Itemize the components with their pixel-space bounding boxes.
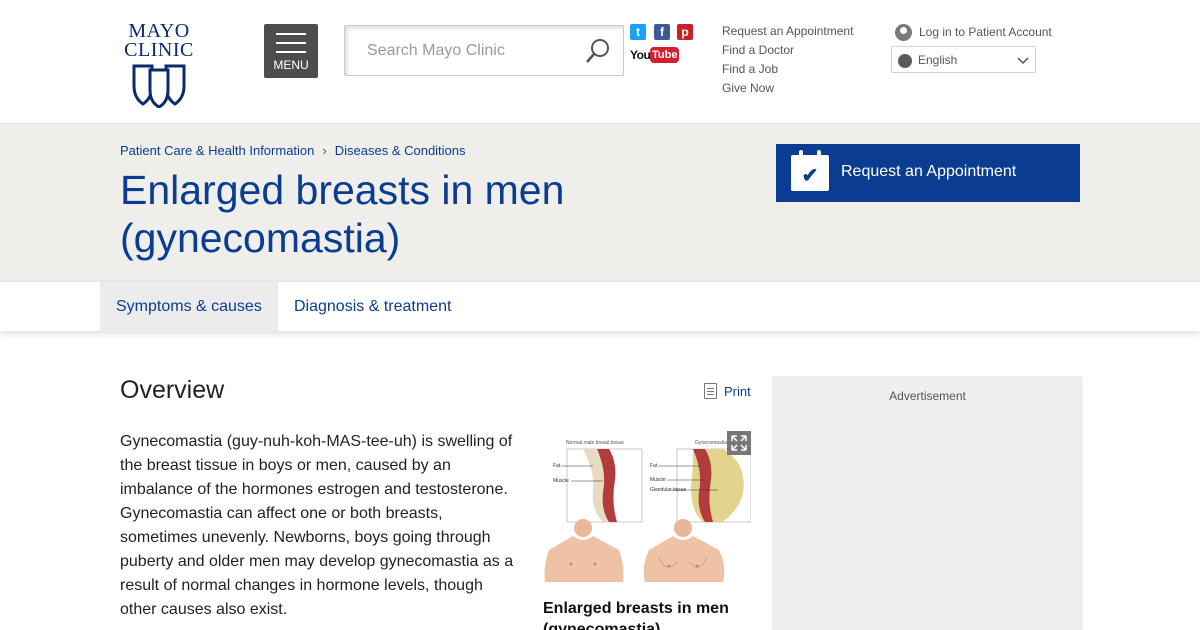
request-appointment-link[interactable]: Request an Appointment — [722, 22, 853, 41]
youtube-tube: Tube — [650, 47, 680, 63]
fig-right-label-muscle: Muscle — [650, 477, 666, 483]
site-header: MAYO CLINIC MENU t f p You Tube Request … — [0, 0, 1200, 123]
tab-symptoms-causes[interactable]: Symptoms & causes — [100, 282, 278, 331]
breadcrumb: Patient Care & Health Information › Diseas… — [120, 143, 466, 158]
search-input[interactable] — [367, 38, 567, 64]
user-icon — [895, 24, 912, 41]
advertisement-label: Advertisement — [889, 389, 966, 403]
fig-left-heading: Normal male breast tissue — [566, 440, 624, 446]
login-label: Log in to Patient Account — [919, 25, 1052, 39]
page-title: Enlarged breasts in men (gynecomastia) — [120, 167, 565, 261]
youtube-icon[interactable]: You Tube — [630, 47, 680, 63]
gynecomastia-illustration[interactable]: Normal male breast tissue Fat Muscle Gyn… — [543, 432, 751, 590]
twitter-icon[interactable]: t — [630, 24, 646, 40]
fig-left-label-fat: Fat — [553, 463, 561, 469]
figure-caption: Enlarged breasts in men (gynecomastia) — [543, 600, 729, 630]
tab-diagnosis-treatment[interactable]: Diagnosis & treatment — [278, 282, 467, 331]
breadcrumb-diseases-conditions[interactable]: Diseases & Conditions — [335, 143, 466, 158]
expand-icon[interactable] — [727, 431, 751, 455]
menu-button[interactable]: MENU — [264, 24, 318, 78]
pinterest-icon[interactable]: p — [677, 24, 693, 40]
search-icon[interactable] — [584, 37, 612, 65]
page-banner: Patient Care & Health Information › Diseas… — [0, 123, 1200, 281]
overview-paragraph: Gynecomastia (guy-nuh-koh-MAS-tee-uh) is… — [120, 433, 514, 618]
search-box — [344, 25, 624, 76]
globe-icon — [898, 54, 912, 68]
print-label: Print — [724, 384, 751, 399]
fig-right-label-fat: Fat — [650, 463, 658, 469]
fig-left-label-muscle: Muscle — [553, 478, 569, 484]
find-job-link[interactable]: Find a Job — [722, 60, 853, 79]
language-select[interactable]: English — [891, 46, 1036, 73]
advertisement-panel: Advertisement — [772, 376, 1083, 630]
menu-label: MENU — [273, 58, 309, 72]
youtube-you: You — [630, 48, 651, 62]
logo-word-clinic: CLINIC — [124, 39, 194, 61]
fig-right-heading: Gynecomastia — [695, 440, 727, 446]
calendar-check-icon: ✔ — [791, 150, 829, 191]
content-tabs: Symptoms & causes Diagnosis & treatment — [0, 281, 1200, 331]
breadcrumb-patient-care[interactable]: Patient Care & Health Information — [120, 143, 314, 158]
mayo-clinic-logo[interactable]: MAYO CLINIC — [120, 21, 200, 110]
shields-icon — [132, 64, 186, 108]
request-appointment-button[interactable]: ✔ Request an Appointment — [776, 144, 1080, 202]
section-title: Overview — [120, 376, 225, 404]
facebook-icon[interactable]: f — [654, 24, 670, 40]
hamburger-icon — [276, 33, 306, 60]
give-now-link[interactable]: Give Now — [722, 79, 853, 98]
find-doctor-link[interactable]: Find a Doctor — [722, 41, 853, 60]
language-value: English — [918, 53, 958, 67]
request-appointment-label: Request an Appointment — [841, 163, 1017, 180]
breadcrumb-separator: › — [322, 143, 327, 158]
utility-links: Request an Appointment Find a Doctor Fin… — [722, 22, 853, 98]
print-icon — [704, 383, 717, 399]
chevron-down-icon — [1017, 57, 1029, 65]
